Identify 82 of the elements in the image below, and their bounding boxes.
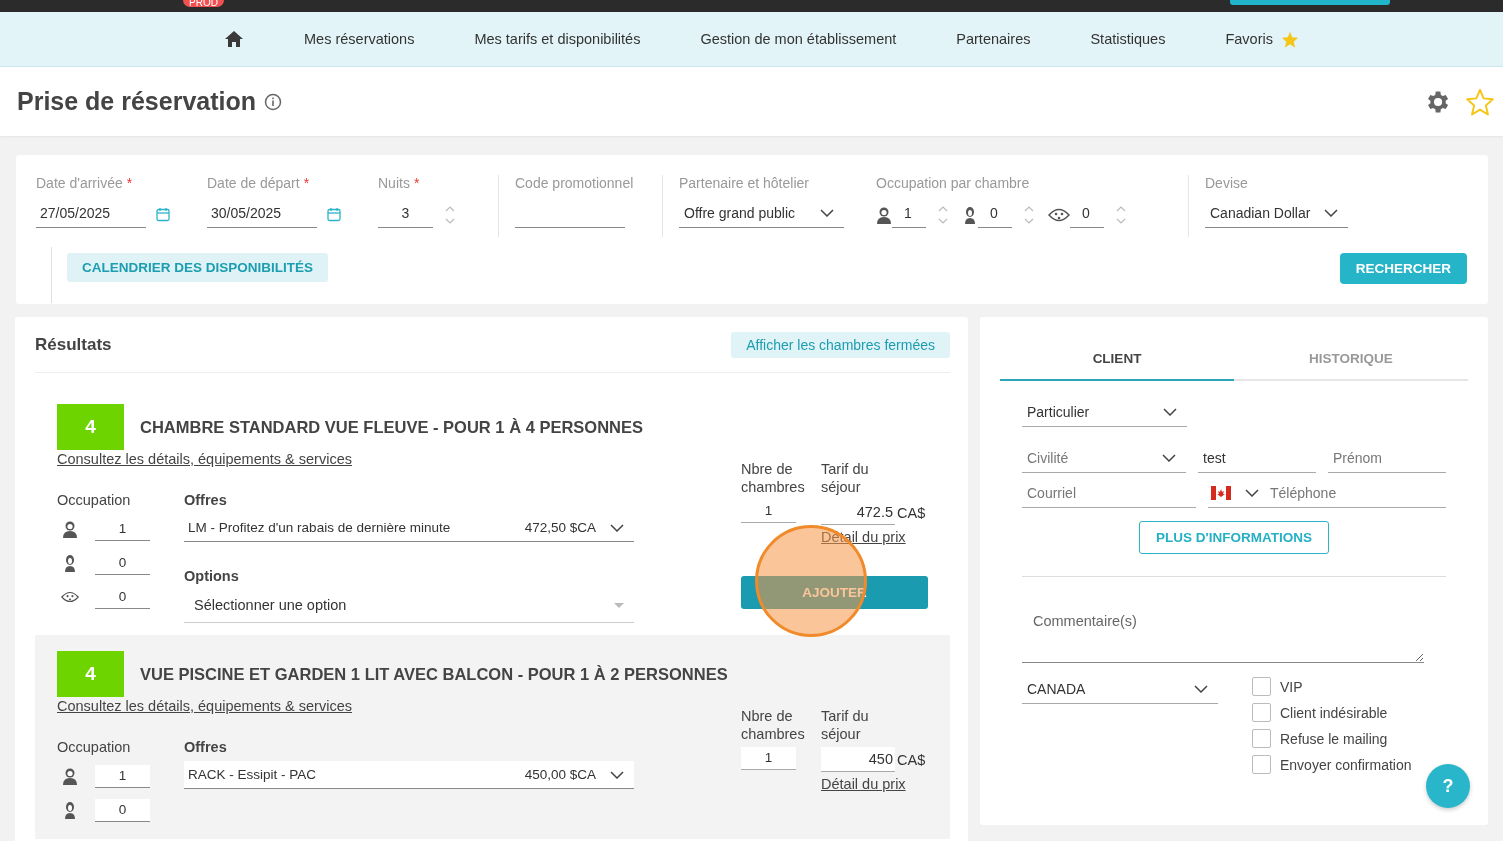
currency-label: CA$ <box>897 504 926 521</box>
guest-count-field[interactable]: 1 <box>892 201 926 228</box>
field-label: Code promotionnel <box>515 175 635 193</box>
column-label: Tarif du séjour <box>821 707 870 744</box>
field-label: Date d'arrivée * <box>36 175 134 193</box>
field-label: Partenaire et hôtelier <box>679 175 810 193</box>
date-field[interactable]: 30/05/2025 <box>207 201 317 228</box>
nav-link[interactable]: Favoris <box>1225 31 1273 47</box>
details-link[interactable]: Consultez les détails, équipements & services <box>57 698 352 714</box>
favorite-star-icon[interactable] <box>1465 87 1495 116</box>
chevron-down-icon <box>1162 454 1176 462</box>
room-name: CHAMBRE STANDARD VUE FLEUVE - POUR 1 À 4 PERSONNES <box>140 417 643 437</box>
nav-link[interactable]: Partenaires <box>956 31 1031 47</box>
date-field[interactable]: 27/05/2025 <box>36 201 146 228</box>
price-field[interactable]: 450 <box>821 747 895 772</box>
checkbox-label: Refuse le mailing <box>1280 730 1388 747</box>
partner-select[interactable]: Offre grand public <box>679 201 844 228</box>
client-type-select[interactable]: Particulier <box>1022 400 1187 427</box>
info-icon[interactable] <box>264 92 282 111</box>
calendar-icon[interactable] <box>327 207 341 222</box>
availability-count: 4 <box>57 651 124 697</box>
tab[interactable]: CLIENT <box>1000 337 1234 381</box>
room-count-field[interactable]: 1 <box>741 747 796 770</box>
star-icon <box>1280 30 1299 48</box>
guest-count-field[interactable]: 0 <box>1070 201 1104 228</box>
checkbox-label: Client indésirable <box>1280 704 1388 721</box>
checkbox-label: VIP <box>1280 678 1303 695</box>
options-select[interactable]: Sélectionner une option <box>184 588 634 623</box>
nav-link[interactable]: Statistiques <box>1090 31 1166 47</box>
chevron-down-icon <box>1245 489 1259 497</box>
field-label: Nuits * <box>378 175 421 193</box>
column-label: Offres <box>184 491 228 510</box>
guest-count-field[interactable]: 1 <box>95 764 150 788</box>
child-icon <box>962 205 978 224</box>
field-label: Devise <box>1205 175 1249 193</box>
dropdown-arrow-icon <box>614 602 624 608</box>
guest-count-field[interactable]: 0 <box>978 201 1012 228</box>
chevron-down-icon <box>1163 408 1177 416</box>
chevron-down-icon <box>610 770 624 779</box>
field-label: Date de départ * <box>207 175 311 193</box>
adult-icon <box>876 205 892 224</box>
price-detail-link[interactable]: Détail du prix <box>821 776 906 792</box>
nav-link[interactable]: Gestion de mon établissement <box>700 31 897 47</box>
currency-select[interactable]: Canadian Dollar <box>1205 201 1348 228</box>
nights-field[interactable]: 3 <box>378 201 433 228</box>
checkbox-label: Envoyer confirmation <box>1280 756 1412 773</box>
checkbox[interactable] <box>1252 729 1271 748</box>
field-label: Occupation par chambre <box>876 175 1031 193</box>
chevron-down-icon <box>1324 209 1338 217</box>
adult-icon <box>61 520 79 538</box>
checkbox[interactable] <box>1252 677 1271 696</box>
column-label: Occupation <box>57 738 132 757</box>
baby-icon <box>61 589 79 605</box>
checkbox[interactable] <box>1252 703 1271 722</box>
section-title: Résultats <box>35 334 112 355</box>
column-label: Nbre de chambres <box>741 707 806 744</box>
column-label: Tarif du séjour <box>821 460 870 497</box>
guest-count-field[interactable]: 0 <box>95 798 150 822</box>
country-select[interactable]: CANADA <box>1022 677 1218 704</box>
baby-icon <box>1048 206 1070 223</box>
civility-select[interactable]: Civilité <box>1022 446 1186 473</box>
details-link[interactable]: Consultez les détails, équipements & services <box>57 451 352 467</box>
chevron-down-icon <box>610 523 624 532</box>
room-name: VUE PISCINE ET GARDEN 1 LIT AVEC BALCON - POUR 1 À 2 PERSONNES <box>140 664 728 684</box>
column-label: Nbre de chambres <box>741 460 806 497</box>
column-label: Offres <box>184 738 228 757</box>
currency-label: CA$ <box>897 751 926 768</box>
offer-select[interactable]: RACK - Essipit - PAC 450,00 $CA <box>184 761 634 789</box>
column-label: Occupation <box>57 491 132 510</box>
availability-count: 4 <box>57 404 124 450</box>
column-label: Options <box>184 567 240 586</box>
nav-link[interactable]: Mes tarifs et disponibilités <box>474 31 641 47</box>
chevron-down-icon <box>1194 685 1208 693</box>
page-title: Prise de réservation <box>17 87 256 116</box>
checkbox[interactable] <box>1252 755 1271 774</box>
flag-icon <box>1211 486 1231 500</box>
chevron-down-icon <box>820 209 834 217</box>
calendar-icon[interactable] <box>156 207 170 222</box>
top-bar-button[interactable] <box>1230 0 1390 5</box>
home-icon[interactable] <box>224 30 244 48</box>
nav-link[interactable]: Mes réservations <box>304 31 415 47</box>
adult-icon <box>61 767 79 785</box>
